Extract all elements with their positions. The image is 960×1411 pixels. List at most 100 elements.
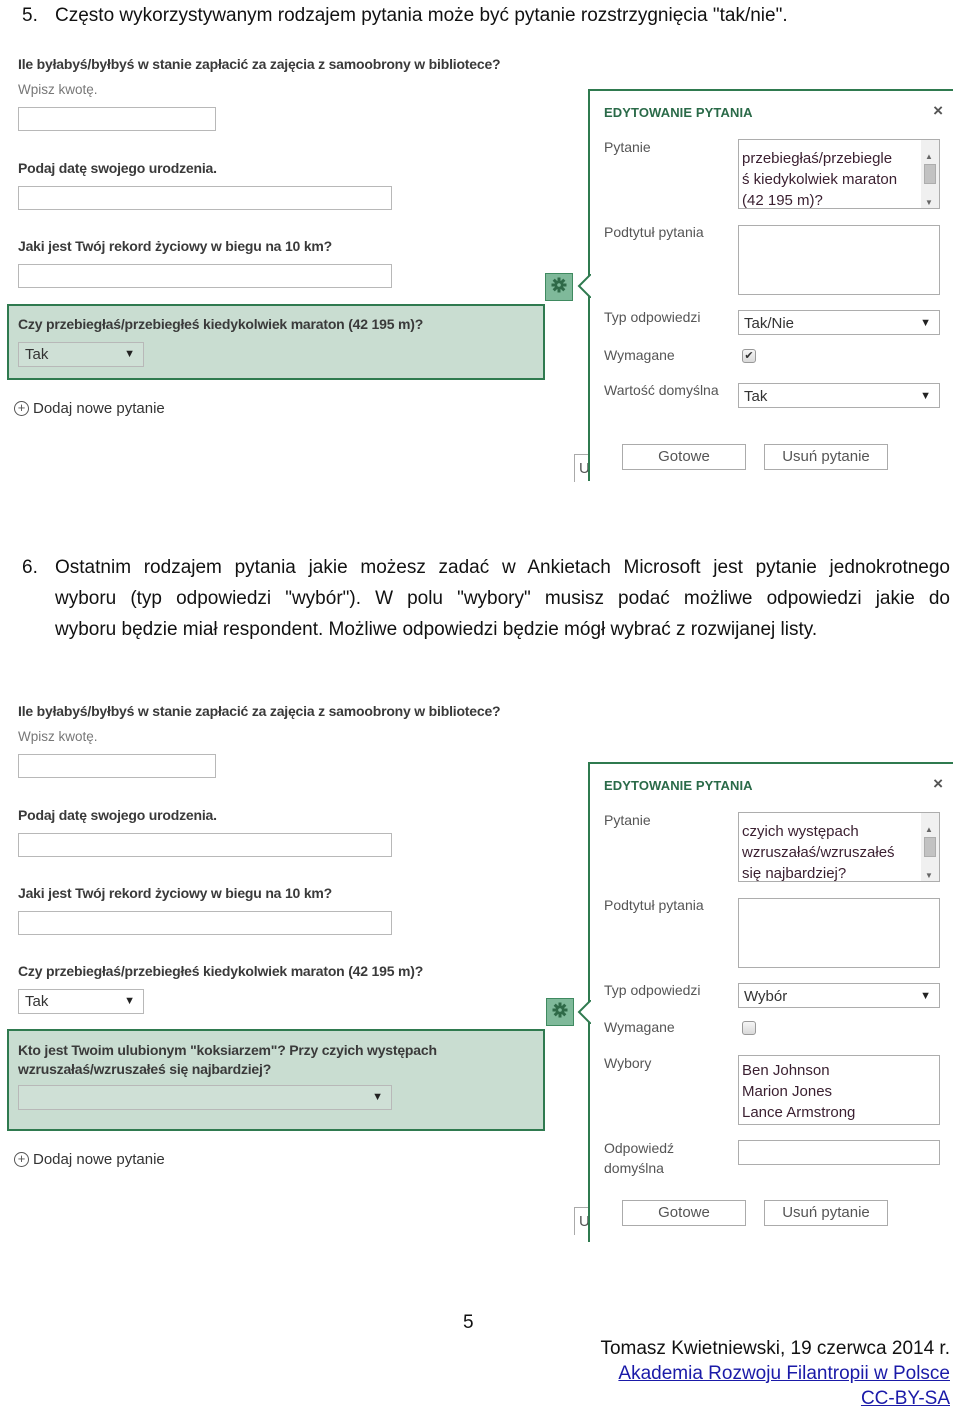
- edit-question-panel: EDYTOWANIE PYTANIA × Pytanie czyich wyst…: [577, 762, 953, 1242]
- selected-question-card[interactable]: Kto jest Twoim ulubionym "koksiarzem"? P…: [7, 1029, 545, 1131]
- record-input[interactable]: [18, 911, 392, 935]
- gear-icon: [551, 277, 567, 298]
- choices-textarea[interactable]: Ben Johnson Marion Jones Lance Armstrong: [738, 1055, 940, 1125]
- question-line: wzruszałaś/wzruszałeś: [742, 844, 895, 861]
- question-line: czyich występach: [742, 823, 859, 840]
- panel-pointer: [577, 274, 591, 298]
- dropdown-arrow-icon: ▼: [920, 990, 931, 1002]
- done-button[interactable]: Gotowe: [622, 444, 746, 470]
- list-item-6: 6. Ostatnim rodzajem pytania jakie możes…: [0, 552, 960, 647]
- org-link[interactable]: Akademia Rozwoju Filantropii w Polsce: [618, 1363, 950, 1384]
- record-input[interactable]: [18, 264, 392, 288]
- question-label: Pytanie: [604, 139, 651, 155]
- birthdate-input[interactable]: [18, 833, 392, 857]
- answer-type-select[interactable]: Wybór ▼: [738, 983, 940, 1008]
- panel-title: EDYTOWANIE PYTANIA: [604, 778, 753, 793]
- subtitle-textarea[interactable]: [738, 898, 940, 968]
- default-answer-label: Odpowiedź domyślna: [604, 1138, 674, 1178]
- list-number: 6.: [22, 557, 38, 578]
- settings-button[interactable]: [545, 273, 573, 301]
- question-title: Czy przebiegłaś/przebiegłeś kiedykolwiek…: [18, 316, 424, 332]
- default-answer-input[interactable]: [738, 1140, 940, 1165]
- question-title: Podaj datę swojego urodzenia.: [18, 160, 217, 176]
- delete-question-button[interactable]: Usuń pytanie: [764, 444, 888, 470]
- scroll-down-icon[interactable]: ▼: [925, 192, 933, 208]
- question-line: przebiegłaś/przebiegle: [742, 150, 893, 167]
- default-value-select[interactable]: Tak ▼: [738, 383, 940, 408]
- question-title-line: wzruszałaś/wzruszałeś się najbardziej?: [18, 1061, 272, 1077]
- select-value: Tak: [744, 388, 768, 405]
- paragraph-line: Ostatnim rodzajem pytania jakie możesz z…: [55, 557, 950, 578]
- gear-icon: [552, 1002, 568, 1023]
- plus-circle-icon: +: [14, 401, 29, 416]
- scroll-thumb[interactable]: [924, 164, 936, 184]
- survey-screenshot-wybor: Ile byłabyś/byłbyś w stanie zapłacić za …: [0, 697, 960, 1247]
- required-label: Wymagane: [604, 347, 675, 363]
- amount-input[interactable]: [18, 754, 216, 778]
- paragraph-text: Ostatnim rodzajem pytania jakie możesz z…: [55, 552, 950, 645]
- question-line: się najbardziej?: [742, 865, 847, 882]
- amount-input[interactable]: [18, 107, 216, 131]
- add-question-button[interactable]: + Dodaj nowe pytanie: [14, 400, 165, 417]
- subtitle-label: Podtytuł pytania: [604, 897, 704, 913]
- add-question-button[interactable]: + Dodaj nowe pytanie: [14, 1151, 165, 1168]
- question-textarea[interactable]: przebiegłaś/przebiegle ś kiedykolwiek ma…: [738, 139, 940, 209]
- footer: Tomasz Kwietniewski, 19 czerwca 2014 r. …: [600, 1336, 950, 1411]
- question-title: Podaj datę swojego urodzenia.: [18, 807, 217, 823]
- page-number: 5: [463, 1312, 474, 1333]
- required-label: Wymagane: [604, 1019, 675, 1035]
- question-title: Ile byłabyś/byłbyś w stanie zapłacić za …: [18, 56, 501, 72]
- select-value: Tak/Nie: [744, 315, 795, 332]
- delete-question-button[interactable]: Usuń pytanie: [764, 1200, 888, 1226]
- scrollbar[interactable]: ▲ ▼: [921, 140, 939, 208]
- subtitle-textarea[interactable]: [738, 225, 940, 295]
- scroll-down-icon[interactable]: ▼: [925, 865, 933, 881]
- question-title: Jaki jest Twój rekord życiowy w biegu na…: [18, 238, 333, 254]
- question-subtitle: Wpisz kwotę.: [18, 82, 98, 97]
- paragraph-line: wyboru będzie miał respondent. Możliwe o…: [55, 619, 818, 640]
- answer-type-select[interactable]: Tak/Nie ▼: [738, 310, 940, 335]
- close-icon[interactable]: ×: [933, 774, 943, 794]
- list-item-5: 5. Często wykorzystywanym rodzajem pytan…: [0, 0, 960, 31]
- done-button[interactable]: Gotowe: [622, 1200, 746, 1226]
- scrollbar[interactable]: ▲ ▼: [921, 813, 939, 881]
- settings-button[interactable]: [546, 998, 574, 1026]
- required-checkbox[interactable]: [742, 1021, 756, 1035]
- edit-question-panel: EDYTOWANIE PYTANIA × Pytanie przebiegłaś…: [577, 89, 953, 481]
- list-number: 5.: [22, 5, 38, 26]
- choice-item: Lance Armstrong: [742, 1104, 856, 1121]
- add-question-label: Dodaj nowe pytanie: [33, 1151, 165, 1168]
- license-link[interactable]: CC-BY-SA: [861, 1388, 950, 1409]
- answer-select[interactable]: ▼: [18, 1085, 392, 1110]
- plus-circle-icon: +: [14, 1152, 29, 1167]
- close-icon[interactable]: ×: [933, 101, 943, 121]
- question-line: (42 195 m)?: [742, 192, 823, 209]
- dropdown-arrow-icon: ▼: [920, 317, 931, 329]
- answer-select[interactable]: Tak ▼: [18, 342, 144, 367]
- scroll-thumb[interactable]: [924, 837, 936, 857]
- paragraph-line: wyboru (typ odpowiedzi "wybór"). W polu …: [55, 588, 950, 609]
- question-label: Pytanie: [604, 812, 651, 828]
- select-value: Tak: [25, 993, 49, 1010]
- choices-label: Wybory: [604, 1055, 652, 1071]
- question-title: Ile byłabyś/byłbyś w stanie zapłacić za …: [18, 703, 501, 719]
- panel-pointer: [577, 1000, 591, 1024]
- selected-question-card[interactable]: Czy przebiegłaś/przebiegłeś kiedykolwiek…: [7, 304, 545, 380]
- required-checkbox[interactable]: ✔: [742, 349, 756, 363]
- default-answer-label-line: Odpowiedź: [604, 1140, 675, 1156]
- survey-screenshot-tak-nie: Ile byłabyś/byłbyś w stanie zapłacić za …: [0, 50, 960, 490]
- dropdown-arrow-icon: ▼: [124, 995, 135, 1007]
- dropdown-arrow-icon: ▼: [920, 390, 931, 402]
- add-question-label: Dodaj nowe pytanie: [33, 400, 165, 417]
- answer-select[interactable]: Tak ▼: [18, 989, 144, 1014]
- answer-type-label: Typ odpowiedzi: [604, 982, 701, 998]
- question-title: Jaki jest Twój rekord życiowy w biegu na…: [18, 885, 333, 901]
- dropdown-arrow-icon: ▼: [124, 348, 135, 360]
- check-icon: ✔: [744, 350, 754, 362]
- question-textarea[interactable]: czyich występach wzruszałaś/wzruszałeś s…: [738, 812, 940, 882]
- choice-item: Marion Jones: [742, 1083, 833, 1100]
- default-value-label: Wartość domyślna: [604, 382, 719, 398]
- answer-type-label: Typ odpowiedzi: [604, 309, 701, 325]
- birthdate-input[interactable]: [18, 186, 392, 210]
- select-value: Tak: [25, 346, 49, 363]
